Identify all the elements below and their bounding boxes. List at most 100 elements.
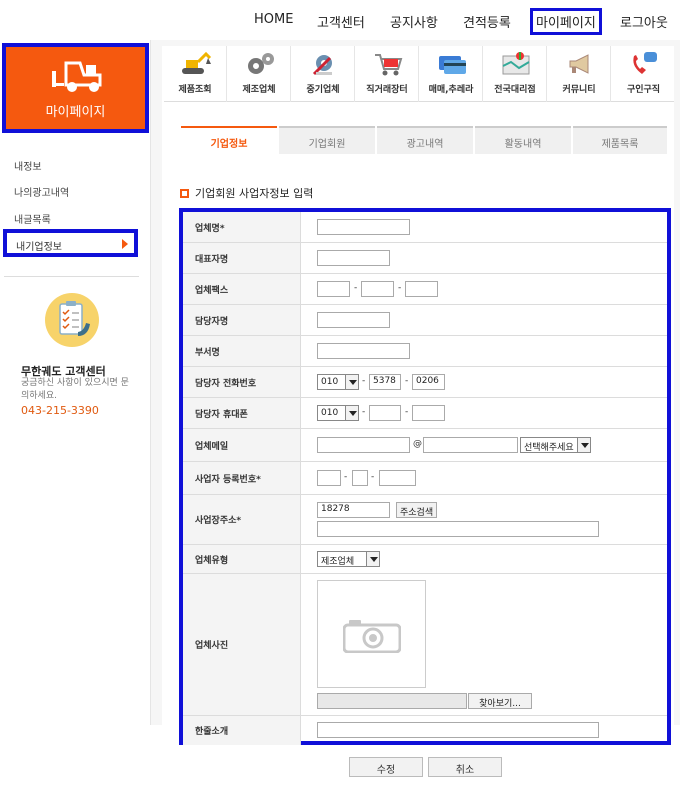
sidebar-divider [4, 276, 139, 277]
mobile-last-input[interactable] [412, 405, 445, 421]
browse-button[interactable]: 찾아보기... [468, 693, 532, 709]
manager-name-input[interactable] [317, 312, 390, 328]
menu-trade-trailer[interactable]: 매매,추레라 [420, 46, 483, 102]
intro-input[interactable] [317, 722, 599, 738]
tab-company-member[interactable]: 기업회원 [279, 126, 375, 154]
mypage-header: 마이페이지 [2, 43, 149, 133]
row-fax: 업체팩스 - - [183, 274, 667, 305]
wrench-gear-icon [312, 55, 332, 76]
label-manager-phone: 담당자 전화번호 [183, 367, 301, 397]
label-intro: 한줄소개 [183, 716, 301, 745]
sidebar-item-my-company[interactable]: 내기업정보 [3, 229, 138, 257]
fax-part2-input[interactable] [361, 281, 394, 297]
phone-area-select[interactable]: 010 [317, 374, 359, 390]
row-photo: 업체사진 찾아보기... [183, 574, 667, 716]
camera-icon [343, 620, 401, 653]
row-manager-mobile: 담당자 휴대폰 010 - - [183, 398, 667, 429]
edit-button[interactable]: 수정 [349, 757, 423, 777]
company-name-input[interactable] [317, 219, 410, 235]
label-department: 부서명 [183, 336, 301, 366]
arrow-right-icon [122, 239, 128, 249]
chevron-down-icon [345, 406, 358, 420]
mobile-mid-input[interactable] [369, 405, 401, 421]
label-manager-name: 담당자명 [183, 305, 301, 335]
menu-heavy-equipment[interactable]: 중기업체 [292, 46, 355, 102]
square-bullet-icon [180, 189, 189, 198]
biz-number-part2-input[interactable] [352, 470, 368, 486]
excavator-icon [182, 51, 212, 74]
fax-part1-input[interactable] [317, 281, 350, 297]
row-biz-number: 사업자 등록번호* - - [183, 462, 667, 495]
mypage-title: 마이페이지 [45, 105, 106, 120]
tab-ad-history[interactable]: 광고내역 [377, 126, 473, 154]
map-icon [502, 52, 530, 75]
phone-last-input[interactable]: 0206 [412, 374, 445, 390]
label-email: 업체메일 [183, 429, 301, 461]
gears-icon [248, 53, 274, 74]
cs-description: 궁금하신 사항이 있으시면 문의하세요. [21, 378, 129, 401]
row-company-type: 업체유형 제조업체 [183, 545, 667, 574]
chevron-down-icon [577, 438, 590, 452]
address-search-button[interactable]: 주소검색 [396, 502, 438, 518]
row-manager-name: 담당자명 [183, 305, 667, 336]
company-info-form: 업체명* 대표자명 업체팩스 - - 담당자명 부서명 담당자 전화번호 010… [179, 208, 671, 745]
nav-customer-center[interactable]: 고객센터 [317, 12, 365, 31]
row-manager-phone: 담당자 전화번호 010 - 5378 - 0206 [183, 367, 667, 398]
chevron-down-icon [345, 375, 358, 389]
sidebar-item-my-posts[interactable]: 내글목록 [14, 211, 51, 226]
row-intro: 한줄소개 [183, 716, 667, 745]
label-company-name: 업체명* [183, 212, 301, 242]
label-company-type: 업체유형 [183, 545, 301, 573]
email-domain-input[interactable] [423, 437, 518, 453]
row-department: 부서명 [183, 336, 667, 367]
chevron-down-icon [366, 552, 379, 566]
company-type-select[interactable]: 제조업체 [317, 551, 380, 567]
nav-logout[interactable]: 로그아웃 [620, 12, 668, 31]
menu-community[interactable]: 커뮤니티 [548, 46, 611, 102]
menu-direct-market[interactable]: 직거래장터 [356, 46, 419, 102]
nav-home[interactable]: HOME [254, 12, 293, 27]
email-id-input[interactable] [317, 437, 410, 453]
label-manager-mobile: 담당자 휴대폰 [183, 398, 301, 428]
phone-mid-input[interactable]: 5378 [369, 374, 401, 390]
tab-activity[interactable]: 활동내역 [475, 126, 571, 154]
ceo-name-input[interactable] [317, 250, 390, 266]
tab-product-list[interactable]: 제품목록 [573, 126, 667, 154]
menu-manufacturer[interactable]: 제조업체 [228, 46, 291, 102]
forklift-icon [52, 61, 102, 92]
email-domain-select[interactable]: 선택해주세요 [520, 437, 591, 453]
menu-dealers[interactable]: 전국대리점 [484, 46, 547, 102]
cancel-button[interactable]: 취소 [428, 757, 502, 777]
nav-mypage[interactable]: 마이페이지 [530, 8, 602, 35]
menu-jobs[interactable]: 구인구직 [612, 46, 675, 102]
megaphone-icon [569, 54, 589, 74]
nav-notice[interactable]: 공지사항 [390, 12, 438, 31]
photo-preview [317, 580, 426, 688]
nav-estimate[interactable]: 견적등록 [463, 12, 511, 31]
address-detail-input[interactable] [317, 521, 599, 537]
sidebar-item-label: 내기업정보 [16, 242, 62, 253]
row-company-name: 업체명* [183, 212, 667, 243]
category-icon-menu: 제품조회 제조업체 중기업체 직거래장터 매매,추레라 전국대리점 커뮤니티 구… [164, 46, 674, 102]
label-ceo-name: 대표자명 [183, 243, 301, 273]
top-nav: HOME 고객센터 공지사항 견적등록 마이페이지 로그아웃 [248, 8, 680, 36]
label-fax: 업체팩스 [183, 274, 301, 304]
info-tabs: 기업정보 기업회원 광고내역 활동내역 제품목록 [181, 126, 667, 154]
biz-number-part1-input[interactable] [317, 470, 341, 486]
label-photo: 업체사진 [183, 574, 301, 715]
section-title: 기업회원 사업자정보 입력 [180, 185, 313, 201]
menu-product-search[interactable]: 제품조회 [164, 46, 227, 102]
sidebar-item-my-ads[interactable]: 나의광고내역 [14, 184, 69, 199]
credit-card-icon [439, 56, 466, 74]
sidebar-item-my-info[interactable]: 내정보 [14, 158, 42, 173]
department-input[interactable] [317, 343, 410, 359]
fax-part3-input[interactable] [405, 281, 438, 297]
zipcode-input[interactable]: 18278 [317, 502, 390, 518]
mobile-area-select[interactable]: 010 [317, 405, 359, 421]
row-address: 사업장주소* 18278 주소검색 [183, 495, 667, 545]
row-ceo-name: 대표자명 [183, 243, 667, 274]
tab-company-info[interactable]: 기업정보 [181, 126, 277, 154]
customer-service-icon [45, 293, 99, 347]
biz-number-part3-input[interactable] [379, 470, 416, 486]
file-path-input[interactable] [317, 693, 467, 709]
